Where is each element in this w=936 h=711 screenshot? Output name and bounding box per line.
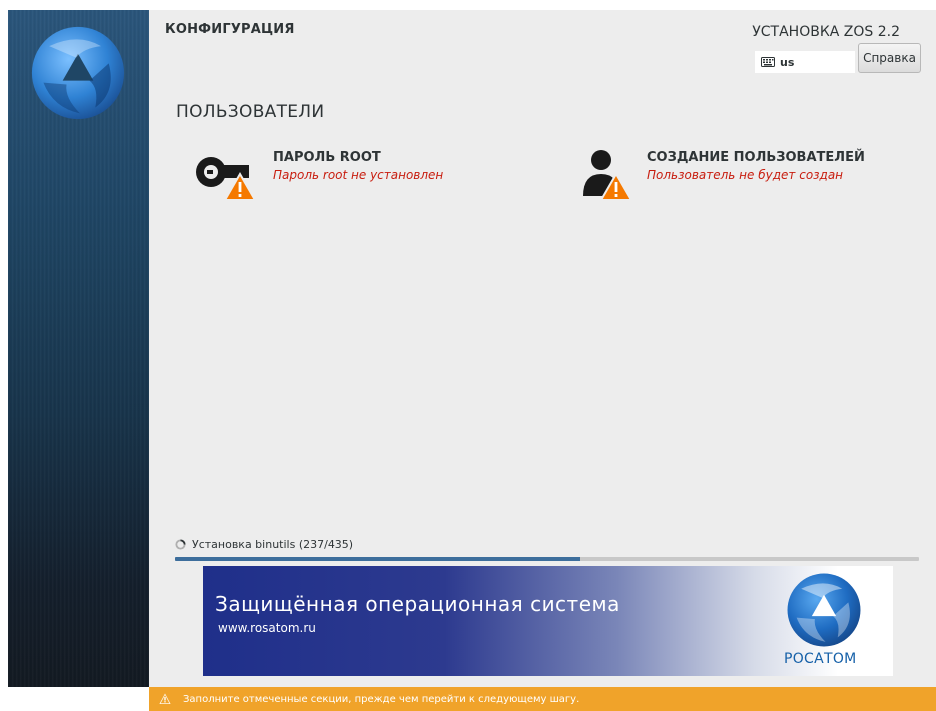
keyboard-layout-label: us	[780, 55, 795, 69]
installer-window: КОНФИГУРАЦИЯ УСТАНОВКА ZOS 2.2 us Справк…	[0, 0, 936, 711]
spinner-icon	[175, 539, 186, 550]
warning-icon	[159, 693, 171, 704]
warning-message: Заполните отмеченные секции, прежде чем …	[183, 693, 580, 705]
category-title-users: ПОЛЬЗОВАТЕЛИ	[176, 102, 325, 122]
user-warning-icon	[583, 150, 631, 201]
banner-brand: РОСАТОМ	[784, 651, 857, 667]
warning-bar: Заполните отмеченные секции, прежде чем …	[149, 687, 936, 711]
user-creation-spoke[interactable]: СОЗДАНИЕ ПОЛЬЗОВАТЕЛЕЙ Пользователь не б…	[567, 148, 917, 204]
root-password-title: ПАРОЛЬ ROOT	[273, 150, 381, 165]
keyboard-layout-indicator[interactable]: us	[755, 51, 855, 73]
product-title: УСТАНОВКА ZOS 2.2	[752, 24, 900, 40]
progress-bar	[175, 557, 919, 561]
user-creation-status: Пользователь не будет создан	[647, 168, 844, 182]
root-password-status: Пароль root не установлен	[273, 168, 444, 182]
product-banner: Защищённая операционная система www.rosa…	[203, 566, 893, 676]
user-creation-title: СОЗДАНИЕ ПОЛЬЗОВАТЕЛЕЙ	[647, 150, 865, 165]
help-button[interactable]: Справка	[858, 43, 921, 73]
rosatom-logo-icon	[787, 573, 861, 647]
root-password-spoke[interactable]: ПАРОЛЬ ROOT Пароль root не установлен	[193, 148, 523, 204]
page-title: КОНФИГУРАЦИЯ	[165, 22, 295, 37]
progress-status: Установка binutils (237/435)	[175, 538, 353, 551]
banner-title: Защищённая операционная система	[215, 592, 620, 616]
main-panel: КОНФИГУРАЦИЯ УСТАНОВКА ZOS 2.2 us Справк…	[149, 10, 936, 687]
sidebar	[8, 10, 149, 687]
rosatom-logo-icon	[31, 26, 125, 120]
progress-bar-fill	[175, 557, 581, 561]
banner-url: www.rosatom.ru	[218, 621, 316, 635]
keyboard-icon	[761, 57, 775, 67]
progress-label: Установка binutils (237/435)	[192, 538, 354, 551]
key-warning-icon	[196, 157, 257, 201]
